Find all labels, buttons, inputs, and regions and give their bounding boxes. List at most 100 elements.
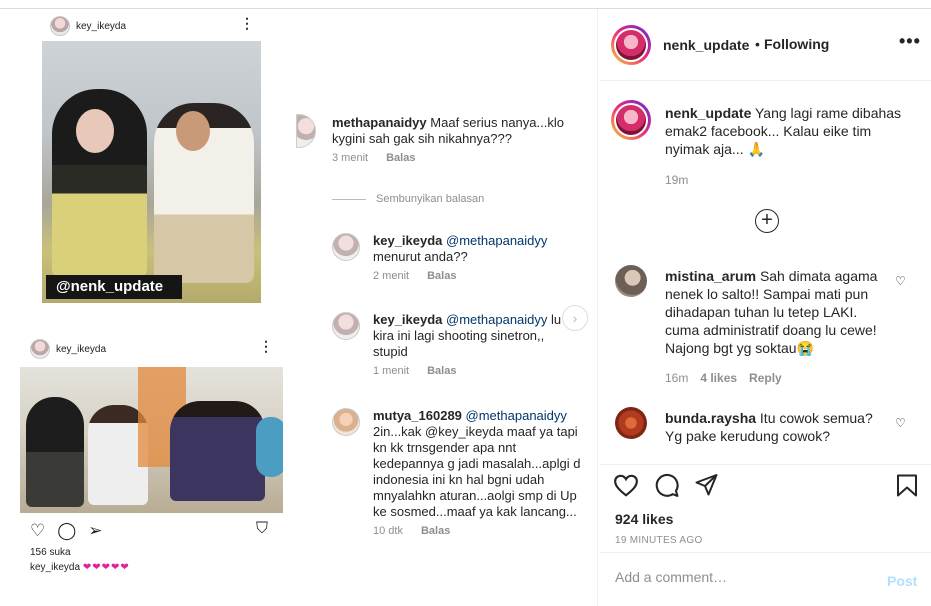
screenshot-comments: methapanaidyy Maaf serius nanya...klo ky… <box>296 109 590 559</box>
screenshot-username: key_ikeyda <box>56 343 107 355</box>
photo-face <box>176 111 210 151</box>
comment-username: key_ikeyda <box>373 233 443 248</box>
comment: bunda.raysha Itu cowok semua? Yg pake ke… <box>665 409 885 445</box>
reply-label: Balas <box>427 270 457 282</box>
screenshot-post-2-header: key_ikeyda <box>30 339 106 359</box>
reply-button[interactable]: Reply <box>749 371 782 385</box>
bookmark-icon[interactable] <box>896 473 918 498</box>
screenshot-comment-text: key_ikeyda @methapanaidyy lu kira ini la… <box>373 312 568 360</box>
comment: mistina_arum Sah dimata agama nenek lo s… <box>665 267 885 357</box>
following-button[interactable]: Following <box>764 36 829 52</box>
heart-icon[interactable]: ♡ <box>895 274 906 288</box>
comment-mention: @methapanaidyy <box>446 312 548 327</box>
reply-label: Balas <box>386 152 416 164</box>
avatar <box>332 233 360 261</box>
post-header: nenk_update • Following ••• <box>599 9 931 81</box>
caption: nenk_update Yang lagi rame dibahas emak2… <box>665 104 915 158</box>
comment-mention: @methapanaidyy <box>446 233 548 248</box>
screenshot-comment-text: mutya_160289 @methapanaidyy 2in...kak @k… <box>373 408 583 520</box>
screenshot-comment-text: key_ikeyda @methapanaidyy menurut anda?? <box>373 233 573 265</box>
heart-icon: ♡ <box>30 521 46 540</box>
photo-figure <box>170 401 265 501</box>
screenshot-actions: ♡ ◯ ➢ <box>30 521 103 541</box>
more-vertical-icon: ⋮ <box>240 15 254 31</box>
comment-username[interactable]: bunda.raysha <box>665 410 756 426</box>
avatar <box>50 16 70 36</box>
screenshot-photo-ceremony <box>20 367 283 513</box>
comments-list[interactable]: nenk_update Yang lagi rame dibahas emak2… <box>599 82 931 464</box>
screenshot-comment: methapanaidyy Maaf serius nanya...klo ky… <box>332 115 587 164</box>
avatar <box>30 339 50 359</box>
comment-username: methapanaidyy <box>332 115 427 130</box>
reply-label: Balas <box>420 525 451 537</box>
photo-face <box>76 109 114 153</box>
separator-dot: • <box>755 36 760 52</box>
post-timestamp[interactable]: 19 MINUTES AGO <box>615 535 703 546</box>
hide-replies-label: Sembunyikan balasan <box>376 193 485 205</box>
hearts-emoji: ❤❤❤❤❤ <box>82 562 130 573</box>
comment-meta: 1 menit Balas <box>373 365 568 377</box>
photo-figure <box>26 397 84 507</box>
post-media[interactable]: key_ikeyda ⋮ @nenk_update key_ikeyda ⋮ ♡… <box>0 9 598 606</box>
screenshot-photo-couple: @nenk_update <box>42 41 261 303</box>
chevron-right-icon: › <box>562 305 588 331</box>
add-comment-bar: Post <box>599 552 931 606</box>
comment-meta: 10 dtk Balas <box>373 525 583 537</box>
screenshot-comment: key_ikeyda @methapanaidyy lu kira ini la… <box>373 312 568 377</box>
share-icon: ➢ <box>88 521 103 540</box>
more-vertical-icon: ⋮ <box>259 338 273 354</box>
comment-username[interactable]: mistina_arum <box>665 268 756 284</box>
screenshot-likes: 156 suka <box>30 547 71 558</box>
screenshot-comment: mutya_160289 @methapanaidyy 2in...kak @k… <box>373 408 583 537</box>
comment-meta: 16m 4 likes Reply <box>665 371 782 385</box>
reply-label: Balas <box>427 365 457 377</box>
comment-body: menurut anda?? <box>373 249 468 264</box>
comment-username: key_ikeyda <box>373 312 443 327</box>
screenshot-comment: key_ikeyda @methapanaidyy menurut anda??… <box>373 233 573 282</box>
bookmark-icon: ⛉ <box>256 520 269 537</box>
heart-icon[interactable]: ♡ <box>895 416 906 430</box>
caption-username[interactable]: nenk_update <box>665 105 751 121</box>
divider <box>332 198 366 200</box>
comment-time: 1 menit <box>373 365 410 377</box>
comment-input[interactable] <box>615 569 875 585</box>
comment-body: 2in...kak @key_ikeyda maaf ya tapi kn kk… <box>373 424 581 519</box>
screenshot-caption-user: key_ikeyda <box>30 562 81 573</box>
share-icon[interactable] <box>694 473 719 497</box>
avatar[interactable] <box>615 265 647 297</box>
comment-time[interactable]: 16m <box>665 371 688 385</box>
comment-icon: ◯ <box>57 521 77 540</box>
actions-bar: 924 likes 19 MINUTES AGO <box>599 464 931 552</box>
comment-username: mutya_160289 <box>373 408 462 423</box>
like-count[interactable]: 924 likes <box>615 511 673 527</box>
screenshot-post-1-header: key_ikeyda <box>50 16 126 36</box>
comment-mention: @methapanaidyy <box>465 408 567 423</box>
avatar[interactable] <box>611 100 651 140</box>
avatar[interactable] <box>611 25 651 65</box>
caption-time[interactable]: 19m <box>665 173 688 187</box>
post-button[interactable]: Post <box>887 573 917 589</box>
screenshot-username: key_ikeyda <box>76 20 127 32</box>
comment-meta: 3 menit Balas <box>332 152 587 164</box>
comment-icon[interactable] <box>654 473 680 498</box>
header-username[interactable]: nenk_update <box>663 37 749 53</box>
avatar <box>332 312 360 340</box>
comment-meta: 2 menit Balas <box>373 270 573 282</box>
more-icon[interactable]: ••• <box>899 31 921 52</box>
photo-figure <box>256 417 283 477</box>
comment-time: 10 dtk <box>373 525 403 537</box>
avatar <box>296 114 316 148</box>
heart-icon[interactable] <box>613 473 639 497</box>
screenshot-comment-text: methapanaidyy Maaf serius nanya...klo ky… <box>332 115 587 147</box>
post-sidebar: nenk_update • Following ••• nenk_update … <box>599 9 931 606</box>
screenshot-post-1: key_ikeyda ⋮ @nenk_update <box>0 9 300 309</box>
hide-replies: Sembunyikan balasan <box>332 193 484 205</box>
screenshot-caption: key_ikeyda ❤❤❤❤❤ <box>30 562 130 573</box>
avatar[interactable] <box>615 407 647 439</box>
comment-likes[interactable]: 4 likes <box>700 371 737 385</box>
comment-time: 2 menit <box>373 270 410 282</box>
add-circle-icon[interactable]: + <box>755 209 779 233</box>
comment-time: 3 menit <box>332 152 369 164</box>
avatar <box>332 408 360 436</box>
watermark-label: @nenk_update <box>46 275 182 299</box>
